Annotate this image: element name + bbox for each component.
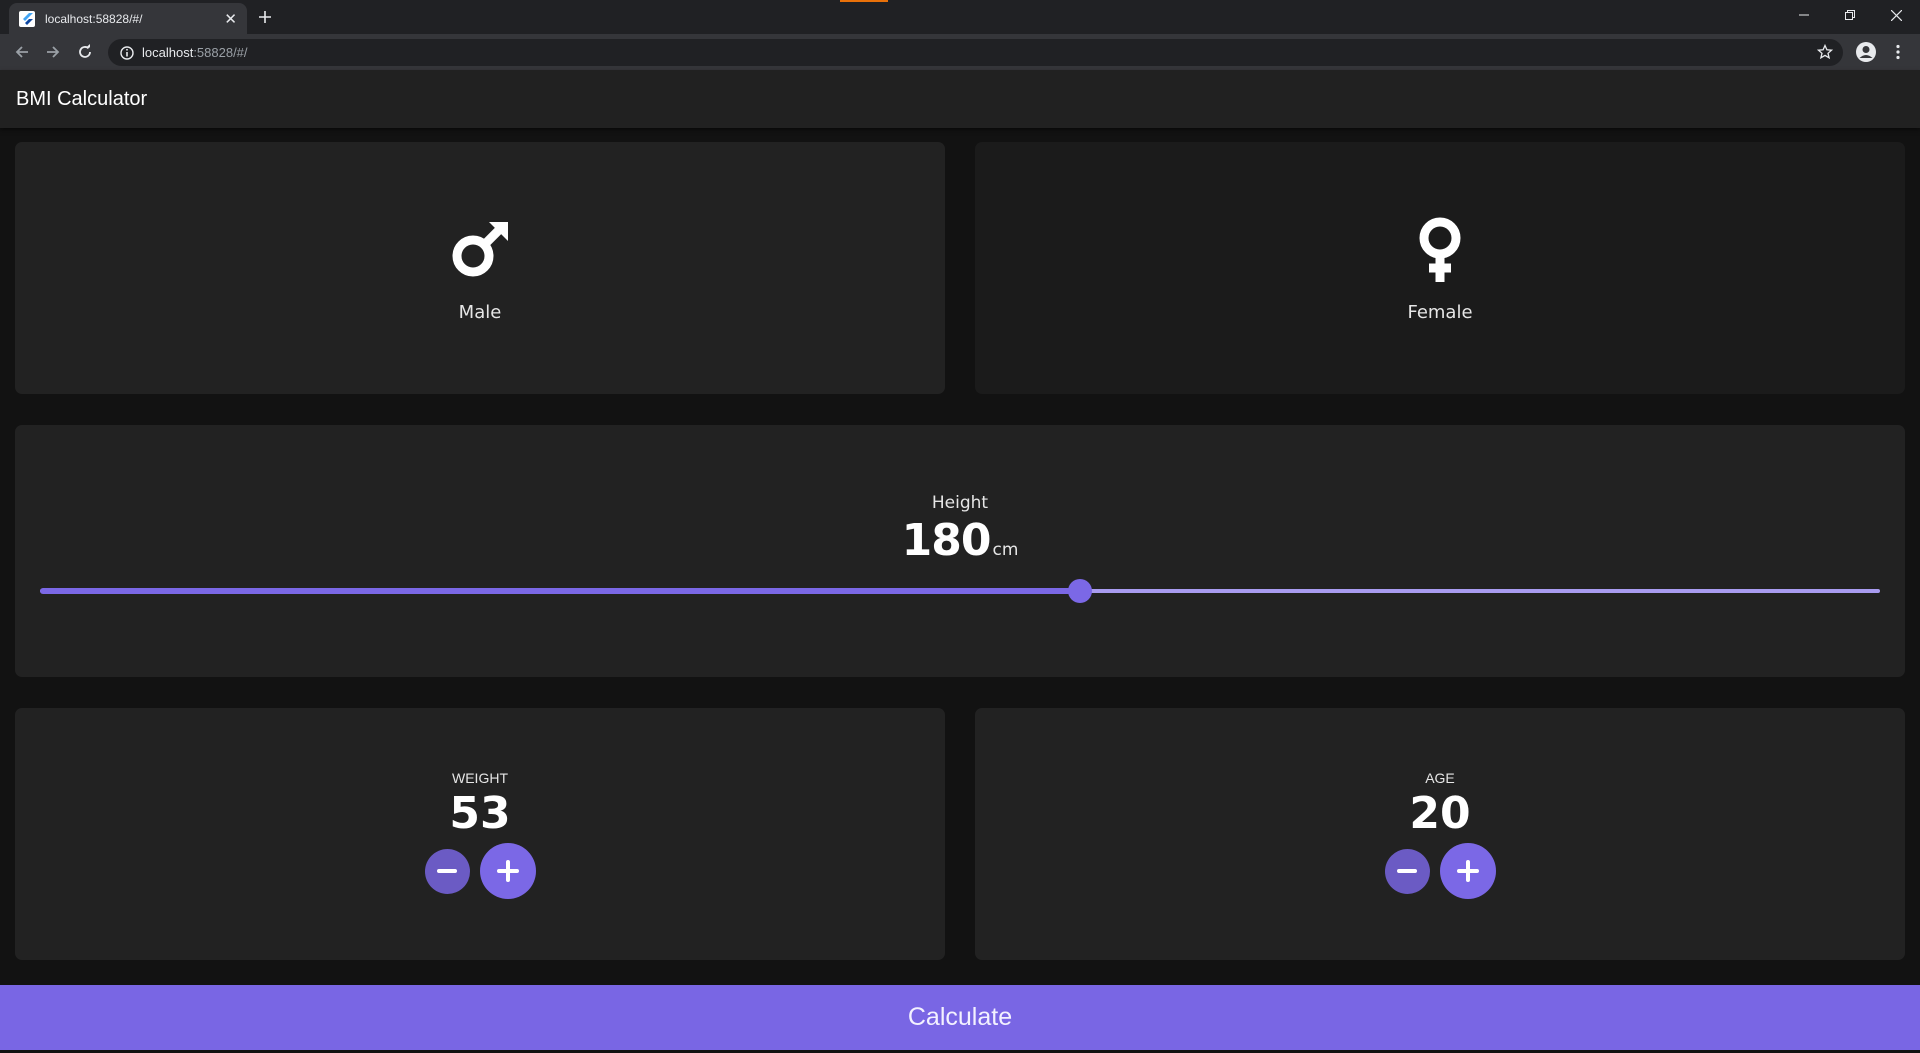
weight-decrement-button[interactable] [424,848,470,894]
account-icon [1856,42,1876,62]
reload-icon [79,44,91,58]
male-label: Male [458,301,502,323]
reload-button[interactable] [73,40,97,64]
info-icon [120,45,134,60]
height-label: Height [931,493,989,513]
tabbar-accent-strip [840,0,888,2]
height-unit: cm [992,540,1019,560]
url-host: localhost [142,45,194,60]
menu-button[interactable] [1886,40,1910,64]
address-bar[interactable]: localhost:58828/#/ [108,39,1843,66]
forward-arrow-icon [47,46,60,58]
female-icon [1419,217,1461,282]
minus-icon [1397,869,1417,873]
male-card[interactable]: Male [15,142,945,394]
male-icon [452,221,508,276]
close-icon [1890,9,1902,21]
tab-title: localhost:58828/#/ [45,11,143,26]
age-value: 20 [1409,788,1471,839]
height-slider[interactable] [40,579,1880,603]
bookmark-button[interactable] [1813,40,1837,64]
browser-tab[interactable]: localhost:58828/#/ ✕ [9,3,247,34]
restore-button[interactable] [1827,0,1873,30]
height-card: Height 180 cm [15,425,1905,677]
restore-icon [1845,10,1855,20]
app-bar: BMI Calculator [0,70,1920,128]
weight-controls [15,843,945,899]
plus-icon [1456,860,1479,882]
browser-toolbar: localhost:58828/#/ [0,34,1920,70]
weight-label: WEIGHT [452,770,508,786]
height-readout: 180 cm [15,515,1905,566]
back-button[interactable] [10,40,34,64]
calculate-label: Calculate [907,1003,1013,1031]
new-tab-button[interactable] [258,5,272,29]
close-window-button[interactable] [1873,0,1919,30]
back-arrow-icon [15,46,28,58]
plus-icon [496,860,519,882]
age-label: AGE [1425,770,1455,786]
minus-icon [437,869,457,873]
age-controls [975,843,1905,899]
profile-button[interactable] [1854,40,1878,64]
weight-card: WEIGHT 53 [15,708,945,960]
url-path: :58828/#/ [193,45,248,60]
flutter-favicon-icon [19,10,35,27]
age-card: AGE 20 [975,708,1905,960]
tab-close-icon[interactable]: ✕ [224,10,237,28]
slider-active-track [40,588,1080,594]
minimize-icon [1799,14,1809,16]
age-increment-button[interactable] [1439,843,1496,899]
female-card[interactable]: Female [975,142,1905,394]
plus-icon [259,11,271,23]
weight-value: 53 [449,788,511,839]
browser-tabbar: localhost:58828/#/ ✕ [0,0,1920,34]
forward-button[interactable] [41,40,65,64]
app-title: BMI Calculator [16,87,148,110]
height-value: 180 [901,515,992,566]
female-label: Female [1407,301,1473,323]
weight-increment-button[interactable] [479,843,536,899]
calculate-button[interactable]: Calculate [0,985,1920,1050]
more-vert-icon [1896,44,1900,60]
slider-thumb[interactable] [1068,579,1092,603]
star-icon [1817,44,1833,60]
age-decrement-button[interactable] [1384,848,1430,894]
minimize-button[interactable] [1781,0,1827,30]
